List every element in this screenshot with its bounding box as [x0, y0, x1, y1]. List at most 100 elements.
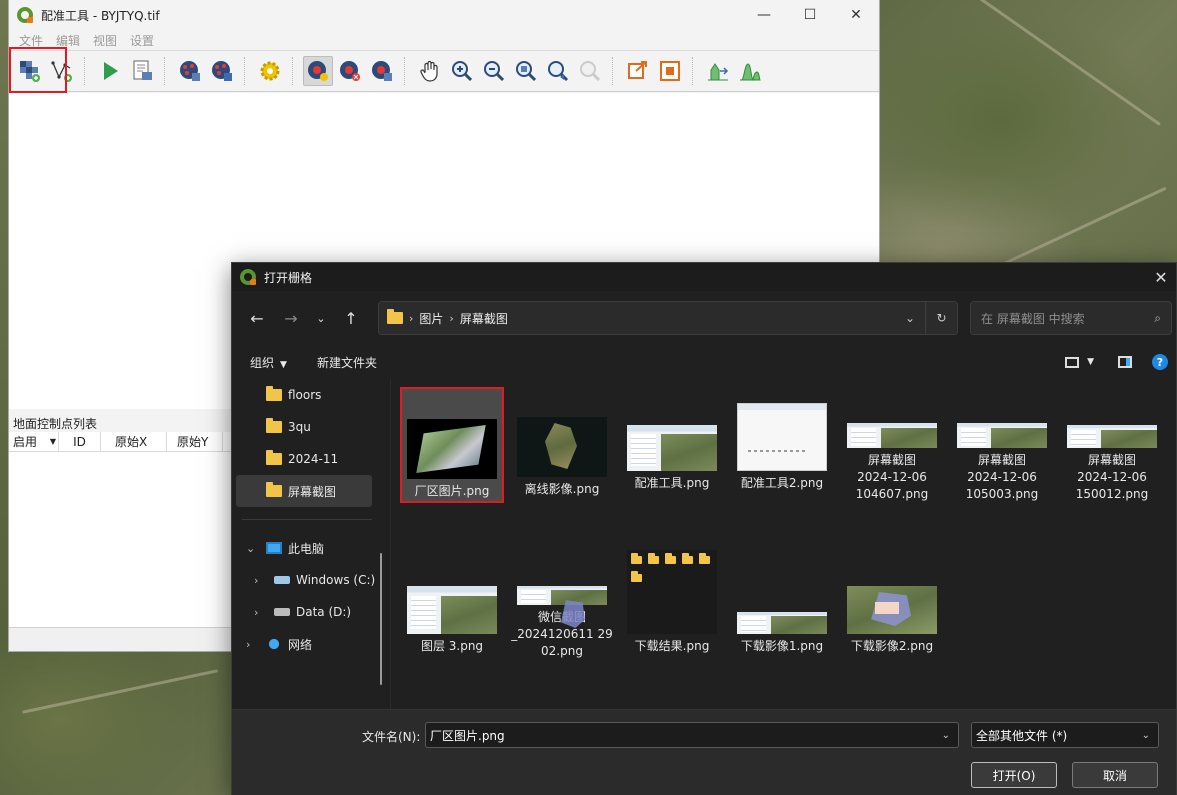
- help-icon[interactable]: ?: [1152, 354, 1168, 370]
- local-histogram-stretch-button[interactable]: [735, 56, 765, 86]
- address-bar[interactable]: › 图片 › 屏幕截图 ⌄ ↻: [378, 301, 958, 335]
- nav-folder-label: 屏幕截图: [288, 484, 337, 499]
- save-gcp-icon: [212, 61, 232, 81]
- file-name-line: 微信截图: [537, 610, 586, 624]
- breadcrumb-screenshots[interactable]: 屏幕截图: [460, 310, 508, 327]
- add-point-button[interactable]: [303, 56, 333, 86]
- recent-locations-chevron-icon[interactable]: ⌄: [306, 303, 336, 333]
- file-name: 离线影像.png: [524, 482, 600, 496]
- open-raster-dialog: 打开栅格 ✕ ← → ⌄ ↑ › 图片 › 屏幕截图 ⌄ ↻ 在 屏幕截图 中搜…: [231, 262, 1177, 795]
- file-name-line: 屏幕截图: [977, 453, 1026, 467]
- file-thumbnail: [737, 403, 827, 471]
- col-source-y[interactable]: 原始Y: [167, 432, 223, 451]
- file-item[interactable]: 下载影像1.png: [730, 544, 834, 660]
- file-item[interactable]: 下载影像2.png: [840, 544, 944, 660]
- file-item[interactable]: 配准工具.png: [620, 387, 724, 503]
- toolbar-separator: [84, 57, 90, 85]
- collapsed-chevron-icon[interactable]: ›: [254, 606, 258, 619]
- move-gcp-button[interactable]: [367, 56, 397, 86]
- dialog-title: 打开栅格: [264, 270, 313, 285]
- transformation-settings-button[interactable]: [255, 56, 285, 86]
- breadcrumb-pictures[interactable]: 图片: [419, 310, 443, 327]
- nav-drive-c[interactable]: › Windows (C:): [232, 564, 380, 596]
- organize-button[interactable]: 组织 ▼: [250, 354, 287, 371]
- toolbar-separator: [292, 57, 298, 85]
- file-item[interactable]: 下载结果.png: [620, 544, 724, 660]
- link-georeferencer-button[interactable]: [623, 56, 653, 86]
- file-item[interactable]: 离线影像.png: [510, 387, 614, 503]
- nav-scrollbar[interactable]: [380, 553, 382, 685]
- col-source-x[interactable]: 原始X: [101, 432, 167, 451]
- search-icon: ⌕: [1154, 310, 1161, 325]
- start-georeferencing-button[interactable]: [95, 56, 125, 86]
- close-button[interactable]: ✕: [833, 0, 879, 30]
- file-name: 厂区图片.png: [414, 484, 490, 498]
- back-arrow-icon[interactable]: ←: [242, 303, 272, 333]
- search-box[interactable]: 在 屏幕截图 中搜索 ⌕: [970, 301, 1172, 335]
- collapsed-chevron-icon[interactable]: ›: [254, 574, 258, 587]
- generate-gdal-script-button[interactable]: [127, 56, 157, 86]
- zoom-to-layer-button[interactable]: [511, 56, 541, 86]
- collapsed-chevron-icon[interactable]: ›: [246, 638, 250, 651]
- nav-network[interactable]: › 网络: [232, 628, 380, 660]
- zoom-last-button[interactable]: [543, 56, 573, 86]
- nav-folder-3qu[interactable]: 3qu: [232, 411, 380, 443]
- folder-icon: [387, 309, 403, 324]
- zoom-last-icon: [548, 61, 569, 82]
- toolbar-separator: [164, 57, 170, 85]
- file-item[interactable]: 屏幕截图 2024-12-06 150012.png: [1060, 387, 1164, 503]
- link-geo-icon: [628, 61, 647, 79]
- nav-folder-2024-11[interactable]: 2024-11: [232, 443, 380, 475]
- file-item[interactable]: 厂区图片.png: [400, 387, 504, 503]
- nav-folder-screenshots[interactable]: 屏幕截图: [236, 475, 372, 507]
- cancel-button[interactable]: 取消: [1072, 762, 1158, 788]
- up-arrow-icon[interactable]: ↑: [336, 303, 366, 333]
- maximize-button[interactable]: ☐: [787, 0, 833, 30]
- add-point-icon: [308, 61, 328, 81]
- view-options-icon[interactable]: [1065, 356, 1080, 368]
- chevron-down-icon[interactable]: ⌄: [942, 730, 950, 741]
- nav-drive-label: Windows (C:): [296, 573, 376, 587]
- minimize-button[interactable]: —: [741, 0, 787, 30]
- breadcrumb-separator-icon: ›: [449, 311, 454, 325]
- delete-point-button[interactable]: [335, 56, 365, 86]
- expanded-chevron-icon[interactable]: ⌄: [246, 542, 255, 555]
- filename-input[interactable]: 厂区图片.png ⌄: [425, 722, 959, 748]
- dialog-close-button[interactable]: ✕: [1146, 268, 1176, 287]
- file-item[interactable]: 配准工具2.png: [730, 387, 834, 503]
- full-histogram-stretch-button[interactable]: [703, 56, 733, 86]
- save-gcp-button[interactable]: [207, 56, 237, 86]
- menu-edit[interactable]: 编辑: [56, 32, 89, 49]
- preview-pane-icon[interactable]: [1118, 356, 1132, 368]
- file-item[interactable]: 微信截图 _2024120611 29 02.png: [510, 544, 614, 660]
- file-name: 屏幕截图 2024-12-06 104607.png: [840, 452, 944, 503]
- menu-settings[interactable]: 设置: [130, 32, 163, 49]
- gcp-table-header: 启用 ▼ ID 原始X 原始Y: [9, 432, 239, 452]
- forward-arrow-icon[interactable]: →: [276, 303, 306, 333]
- file-item[interactable]: 图层 3.png: [400, 544, 504, 660]
- view-dropdown-icon[interactable]: ▼: [1087, 357, 1094, 367]
- zoom-out-button[interactable]: [479, 56, 509, 86]
- file-item[interactable]: 屏幕截图 2024-12-06 104607.png: [840, 387, 944, 503]
- col-id[interactable]: ID: [59, 432, 101, 451]
- zoom-next-button[interactable]: [575, 56, 605, 86]
- zoom-in-button[interactable]: [447, 56, 477, 86]
- refresh-icon[interactable]: ↻: [925, 302, 957, 334]
- gcp-panel-title: 地面控制点列表: [9, 412, 239, 432]
- pan-button[interactable]: [415, 56, 445, 86]
- col-enable[interactable]: 启用 ▼: [9, 432, 59, 451]
- address-dropdown-icon[interactable]: ⌄: [895, 311, 925, 325]
- load-gcp-button[interactable]: [175, 56, 205, 86]
- nav-drive-d[interactable]: › Data (D:): [232, 596, 380, 628]
- open-button[interactable]: 打开(O): [971, 762, 1057, 788]
- menu-file[interactable]: 文件: [19, 32, 52, 49]
- link-qgis-button[interactable]: [655, 56, 685, 86]
- new-folder-button[interactable]: 新建文件夹: [317, 354, 377, 371]
- menu-view[interactable]: 视图: [93, 32, 126, 49]
- filetype-select[interactable]: 全部其他文件 (*) ⌄: [971, 722, 1159, 748]
- search-input[interactable]: 在 屏幕截图 中搜索: [981, 310, 1085, 327]
- nav-this-pc[interactable]: ⌄ 此电脑: [232, 532, 380, 564]
- file-item[interactable]: 屏幕截图 2024-12-06 105003.png: [950, 387, 1054, 503]
- file-name: 下载影像1.png: [740, 639, 824, 653]
- nav-folder-floors[interactable]: floors: [232, 379, 380, 411]
